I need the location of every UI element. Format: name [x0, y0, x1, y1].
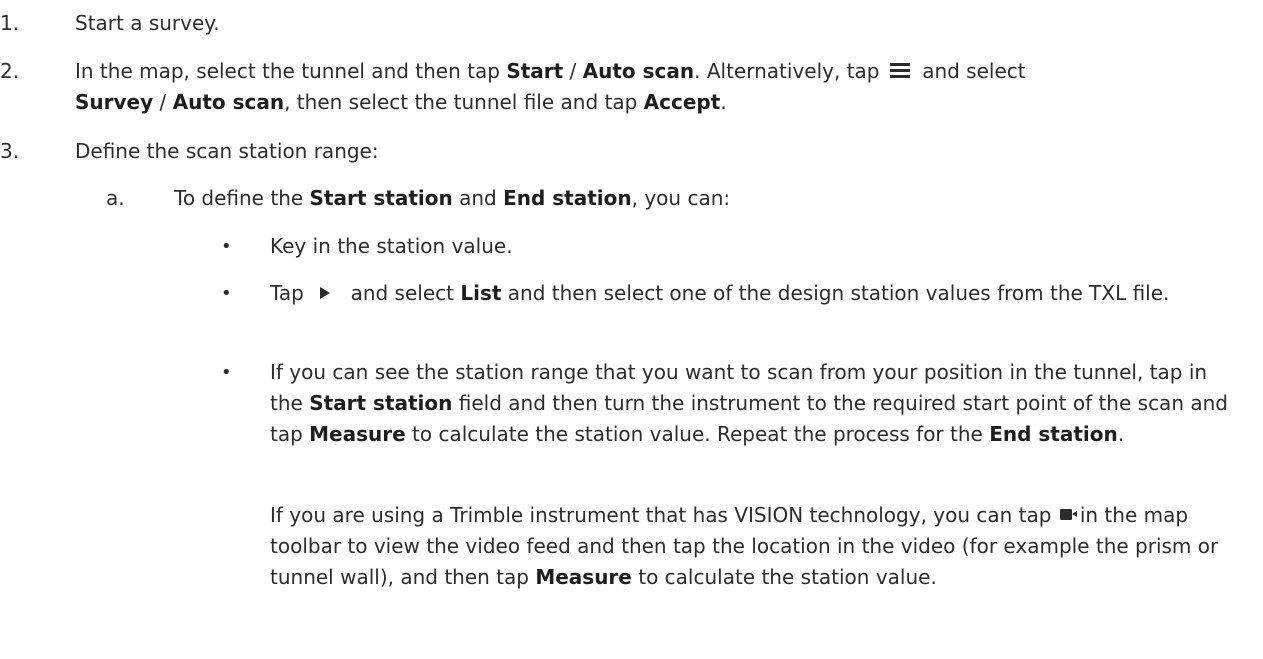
vision-note: If you are using a Trimble instrument th…	[270, 503, 1219, 589]
ui-term-end-station: End station	[503, 186, 632, 210]
substep-letter: a.	[106, 186, 125, 210]
step-text: In the map, select the tunnel and then t…	[75, 59, 1026, 114]
bullet-text: Tap and select List and then select one …	[270, 281, 1170, 305]
ui-term-auto-scan: Auto scan	[582, 59, 695, 83]
step-number: 3.	[0, 139, 20, 163]
menu-icon	[889, 63, 910, 78]
ui-term-accept: Accept	[643, 90, 721, 114]
step-number: 1.	[0, 11, 20, 35]
ui-term-start: Start	[506, 59, 564, 83]
ui-term-survey: Survey	[75, 90, 154, 114]
ui-term-measure: Measure	[309, 422, 406, 446]
video-camera-icon	[1059, 509, 1078, 520]
ui-term-start-station: Start station	[309, 186, 453, 210]
ui-term-measure: Measure	[535, 565, 632, 589]
ui-term-start-station: Start station	[309, 391, 453, 415]
step-text: Start a survey.	[75, 11, 220, 35]
step-text: Define the scan station range:	[75, 139, 379, 163]
ui-term-auto-scan: Auto scan	[172, 90, 285, 114]
bullet-marker: •	[221, 283, 232, 304]
substep-text: To define the Start station and End stat…	[174, 186, 731, 210]
bullet-marker: •	[221, 362, 232, 383]
step-number: 2.	[0, 59, 20, 83]
triangle-right-icon	[320, 286, 331, 299]
ui-term-list: List	[460, 281, 502, 305]
bullet-text: Key in the station value.	[270, 234, 513, 258]
ui-term-end-station: End station	[989, 422, 1118, 446]
bullet-text: If you can see the station range that yo…	[270, 360, 1228, 446]
bullet-marker: •	[221, 236, 232, 257]
